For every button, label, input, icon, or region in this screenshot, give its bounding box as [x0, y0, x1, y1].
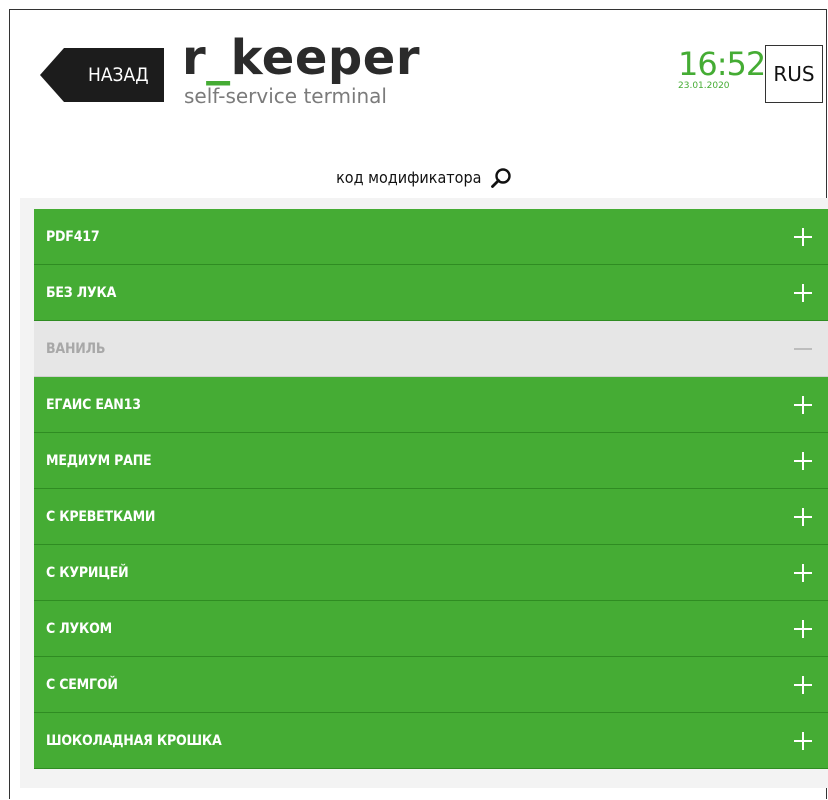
modifier-list: PDF417 БЕЗ ЛУКА ВАНИЛЬ ЕГАИС EAN13 МЕДИУ… [34, 209, 828, 769]
modifier-label: МЕДИУМ РАПЕ [46, 453, 152, 469]
logo-title: r_keeper [182, 34, 420, 82]
terminal-screen: НАЗАД r_keeper self-service terminal 16:… [9, 9, 828, 799]
modifier-row-egais-ean13[interactable]: ЕГАИС EAN13 [34, 377, 828, 433]
modifier-row-vanil: ВАНИЛЬ [34, 321, 828, 377]
plus-icon[interactable] [794, 564, 812, 582]
modifier-label: ЕГАИС EAN13 [46, 397, 141, 413]
plus-icon[interactable] [794, 620, 812, 638]
modifier-label: БЕЗ ЛУКА [46, 285, 117, 301]
language-button[interactable]: RUS [765, 45, 823, 103]
plus-icon[interactable] [794, 452, 812, 470]
search-icon [490, 168, 511, 188]
back-button-label: НАЗАД [88, 64, 149, 86]
modifier-row-pdf417[interactable]: PDF417 [34, 209, 828, 265]
modifier-label: С КУРИЦЕЙ [46, 565, 129, 581]
logo-title-right: keeper [230, 30, 420, 86]
modifier-list-panel: PDF417 БЕЗ ЛУКА ВАНИЛЬ ЕГАИС EAN13 МЕДИУ… [20, 198, 828, 788]
modifier-row-s-krevetkami[interactable]: С КРЕВЕТКАМИ [34, 489, 828, 545]
logo-subtitle: self-service terminal [184, 84, 387, 108]
plus-icon[interactable] [794, 228, 812, 246]
modifier-row-bez-luka[interactable]: БЕЗ ЛУКА [34, 265, 828, 321]
plus-icon[interactable] [794, 284, 812, 302]
plus-icon[interactable] [794, 676, 812, 694]
clock-date: 23.01.2020 [678, 81, 730, 91]
logo-title-left: r [182, 30, 207, 86]
clock: 16:52 23.01.2020 [678, 45, 766, 91]
modifier-code-search[interactable]: код модификатора [20, 160, 828, 196]
plus-icon[interactable] [794, 396, 812, 414]
modifier-row-medium-rape[interactable]: МЕДИУМ РАПЕ [34, 433, 828, 489]
search-label: код модификатора [336, 168, 482, 187]
modifier-row-shokoladnaya-kroshka[interactable]: ШОКОЛАДНАЯ КРОШКА [34, 713, 828, 769]
modifier-label: С СЕМГОЙ [46, 677, 118, 693]
minus-icon [794, 348, 812, 350]
modifier-label: С КРЕВЕТКАМИ [46, 509, 156, 525]
modifier-label: ШОКОЛАДНАЯ КРОШКА [46, 733, 222, 749]
back-button[interactable]: НАЗАД [40, 48, 164, 102]
modifier-row-s-lukom[interactable]: С ЛУКОМ [34, 601, 828, 657]
plus-icon[interactable] [794, 508, 812, 526]
logo-title-underscore: _ [206, 30, 231, 86]
clock-time: 16:52 [678, 45, 766, 83]
plus-icon[interactable] [794, 732, 812, 750]
modifier-row-s-semgoy[interactable]: С СЕМГОЙ [34, 657, 828, 713]
modifier-label: PDF417 [46, 229, 100, 245]
brand-logo: r_keeper self-service terminal [182, 34, 420, 106]
modifier-row-s-kuritsey[interactable]: С КУРИЦЕЙ [34, 545, 828, 601]
modifier-label: ВАНИЛЬ [46, 341, 106, 357]
modifier-label: С ЛУКОМ [46, 621, 112, 637]
